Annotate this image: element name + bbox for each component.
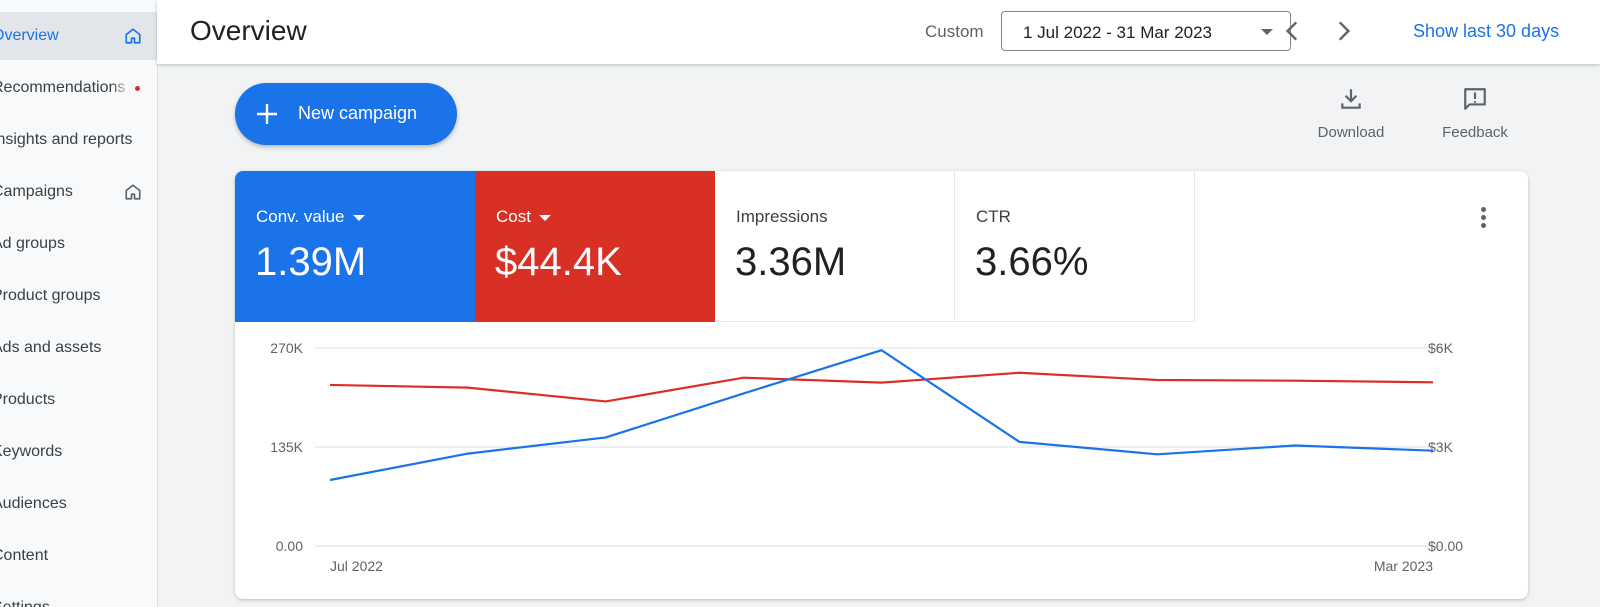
y-tick-label-right: $3K [1428,439,1454,455]
date-range-value: 1 Jul 2022 - 31 Mar 2023 [1023,23,1213,42]
sidebar-item-settings[interactable]: Settings [0,584,157,607]
sidebar-item-products[interactable]: Products [0,376,157,424]
sidebar-item-content[interactable]: Content [0,532,157,580]
plus-icon [257,104,277,124]
sidebar-item-label: Ads and assets [0,339,102,356]
sidebar-item-campaigns[interactable]: Campaigns [0,168,157,216]
y-tick-label-right: $6K [1428,340,1454,356]
home-icon [125,28,141,44]
performance-line-chart: 0.00 $0.00 135K $3K 270K $6K Jul 2022 Mar 2023 [270,340,1463,574]
sidebar-nav: Overview Recommendations Insights and re… [0,0,158,607]
feedback-icon [1464,88,1486,110]
chevron-right-icon[interactable] [1330,18,1356,44]
chevron-left-icon[interactable] [1280,18,1306,44]
y-tick-label-left: 270K [270,340,303,356]
new-campaign-button[interactable]: New campaign [235,83,457,145]
feedback-button[interactable]: Feedback [1430,86,1520,142]
sidebar-item-label: Overview [0,27,59,44]
dropdown-arrow-icon [1261,29,1273,35]
series-line-conv-value [329,349,1434,482]
download-icon [1341,89,1361,109]
download-button[interactable]: Download [1306,86,1396,142]
page-title: Overview [190,15,307,46]
sidebar-item-recommendations[interactable]: Recommendations [0,64,157,112]
sidebar-item-product-groups[interactable]: Product groups [0,272,157,320]
sidebar-item-label: Settings [0,599,50,607]
sidebar-item-label: Recommendations [0,79,126,96]
home-icon [125,184,141,200]
sidebar-item-label: Insights and reports [0,131,133,148]
y-tick-label-right: $0.00 [1428,538,1463,554]
sidebar-item-label: Keywords [0,443,63,460]
feedback-label: Feedback [1442,124,1508,141]
date-range-select[interactable]: 1 Jul 2022 - 31 Mar 2023 [1001,11,1291,51]
x-tick-label: Mar 2023 [1374,558,1433,574]
show-last-30-days-link[interactable]: Show last 30 days [1413,21,1559,42]
download-label: Download [1317,124,1385,141]
performance-card: Conv. value 1.39M Cost $44.4K Impression… [235,171,1528,599]
date-range-type-label: Custom [925,22,984,41]
series-line-cost [329,371,1434,403]
y-tick-label-left: 0.00 [276,538,303,554]
sidebar-item-ad-groups[interactable]: Ad groups [0,220,157,268]
sidebar-item-audiences[interactable]: Audiences [0,480,157,528]
new-campaign-label: New campaign [298,103,418,123]
sidebar-item-label: Product groups [0,287,101,304]
sidebar-item-label: Content [0,547,49,564]
notification-dot [135,86,140,91]
sidebar-item-label: Audiences [0,495,67,512]
sidebar-item-label: Campaigns [0,183,73,200]
sidebar-item-label: Products [0,391,56,408]
sidebar-item-keywords[interactable]: Keywords [0,428,157,476]
sidebar-item-label: Ad groups [0,235,65,252]
sidebar-item-ads-assets[interactable]: Ads and assets [0,324,157,372]
top-header: Overview Custom 1 Jul 2022 - 31 Mar 2023… [157,0,1600,64]
sidebar-item-insights[interactable]: Insights and reports [0,116,157,164]
sidebar-item-overview[interactable]: Overview [0,12,157,60]
y-tick-label-left: 135K [270,439,303,455]
x-tick-label: Jul 2022 [330,558,383,574]
